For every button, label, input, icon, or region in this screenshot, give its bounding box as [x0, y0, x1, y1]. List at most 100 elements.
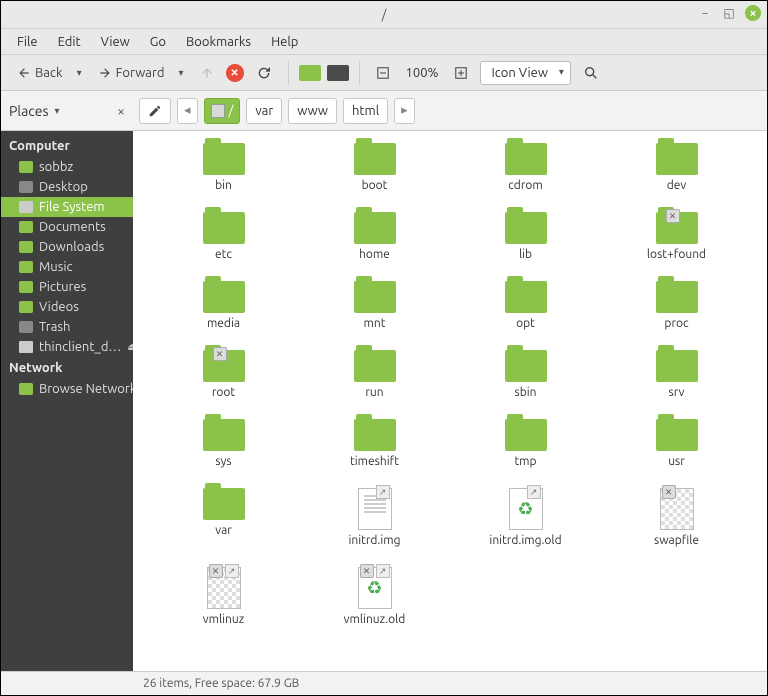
file-view[interactable]: binbootcdromdev etchome lib ✕ lost+found medi…	[133, 131, 767, 671]
stop-button[interactable]: ✕	[226, 64, 244, 82]
sidebar-item-pictures[interactable]: Pictures	[1, 277, 133, 297]
file-item[interactable]: opt	[455, 281, 596, 330]
file-label: swapfile	[654, 534, 699, 547]
forward-button[interactable]: Forward	[92, 62, 171, 84]
folder-icon	[19, 383, 33, 395]
view-mode-select[interactable]: Icon View	[480, 61, 570, 85]
menu-bookmarks[interactable]: Bookmarks	[178, 33, 259, 51]
file-label: initrd.img.old	[489, 534, 561, 547]
file-item[interactable]: etc	[153, 212, 294, 261]
menu-help[interactable]: Help	[263, 33, 306, 51]
file-item[interactable]: boot	[304, 143, 445, 192]
file-label: lost+found	[647, 248, 706, 261]
sidebar-item-downloads[interactable]: Downloads	[1, 237, 133, 257]
file-item[interactable]: timeshift	[304, 419, 445, 468]
file-item[interactable]: dev	[606, 143, 747, 192]
places-dropdown[interactable]: ▾	[55, 105, 60, 117]
path-prev[interactable]: ◂	[177, 98, 198, 124]
file-item[interactable]: var	[153, 488, 294, 547]
file-item[interactable]: home	[304, 212, 445, 261]
file-label: root	[212, 386, 235, 399]
file-item[interactable]: media	[153, 281, 294, 330]
forward-history-dropdown[interactable]: ▾	[175, 67, 188, 79]
folder-icon	[354, 281, 396, 313]
sidebar-item-documents[interactable]: Documents	[1, 217, 133, 237]
path-segment-www[interactable]: www	[288, 98, 337, 124]
up-button[interactable]	[194, 62, 220, 84]
sidebar-item-label: Desktop	[39, 180, 88, 194]
file-item[interactable]: bin	[153, 143, 294, 192]
view-computer-mode[interactable]	[327, 65, 349, 81]
sidebar-item-label: Browse Network	[39, 382, 133, 396]
file-label: lib	[519, 248, 532, 261]
file-item[interactable]: mnt	[304, 281, 445, 330]
back-history-dropdown[interactable]: ▾	[73, 67, 86, 79]
file-item[interactable]: usr	[606, 419, 747, 468]
file-label: srv	[669, 386, 685, 399]
sidebar-item-trash[interactable]: Trash	[1, 317, 133, 337]
sidebar-item-sobbz[interactable]: sobbz	[1, 157, 133, 177]
file-item[interactable]: tmp	[455, 419, 596, 468]
close-button[interactable]: ×	[745, 5, 761, 21]
sidebar-item-thinclient-d-[interactable]: thinclient_d…⏏	[1, 337, 133, 357]
path-segment-root[interactable]: /	[204, 98, 241, 124]
path-segment-html[interactable]: html	[343, 98, 388, 124]
menu-file[interactable]: File	[9, 33, 46, 51]
sidebar-item-desktop[interactable]: Desktop	[1, 177, 133, 197]
path-segment-var[interactable]: var	[246, 98, 282, 124]
path-next[interactable]: ▸	[394, 98, 415, 124]
file-item[interactable]: ♻✕↗vmlinuz.old	[304, 567, 445, 626]
file-item[interactable]: ✕swapfile	[606, 488, 747, 547]
sidebar-item-file-system[interactable]: File System	[1, 197, 133, 217]
file-item[interactable]: ✕ lost+found	[606, 212, 747, 261]
zoom-level: 100%	[402, 66, 443, 80]
places-label: Places	[9, 103, 49, 119]
restricted-badge-icon: ✕	[209, 564, 223, 578]
search-button[interactable]	[577, 61, 605, 85]
maximize-button[interactable]: ◱	[721, 5, 737, 21]
folder-icon	[505, 212, 547, 244]
menu-edit[interactable]: Edit	[50, 33, 89, 51]
sidebar-item-label: Videos	[39, 300, 79, 314]
view-folder-mode[interactable]	[299, 65, 321, 81]
folder-gray-icon	[19, 181, 33, 193]
menu-view[interactable]: View	[93, 33, 138, 51]
folder-icon	[19, 261, 33, 273]
file-item[interactable]: run	[304, 350, 445, 399]
file-item[interactable]: ✕↗vmlinuz	[153, 567, 294, 626]
file-item[interactable]: sbin	[455, 350, 596, 399]
reload-button[interactable]	[250, 61, 278, 85]
recycle-icon: ♻	[366, 578, 382, 599]
folder-icon	[19, 281, 33, 293]
disk-icon	[211, 104, 225, 118]
file-item[interactable]: srv	[606, 350, 747, 399]
file-item[interactable]: sys	[153, 419, 294, 468]
folder-icon	[354, 212, 396, 244]
sidebar-item-browse-network[interactable]: Browse Network	[1, 379, 133, 399]
folder-icon	[505, 143, 547, 175]
edit-path-button[interactable]	[139, 98, 171, 124]
sidebar-item-music[interactable]: Music	[1, 257, 133, 277]
minimize-button[interactable]: −	[697, 5, 713, 21]
sidebar-item-videos[interactable]: Videos	[1, 297, 133, 317]
restricted-badge-icon: ✕	[666, 209, 680, 223]
file-label: mnt	[364, 317, 386, 330]
sidebar-item-label: Trash	[39, 320, 70, 334]
file-item[interactable]: cdrom	[455, 143, 596, 192]
folder-icon	[203, 212, 245, 244]
zoom-out-button[interactable]	[370, 62, 396, 84]
file-label: vmlinuz	[203, 613, 245, 626]
file-item[interactable]: ✕root	[153, 350, 294, 399]
folder-icon	[19, 301, 33, 313]
reload-icon	[256, 65, 272, 81]
back-button[interactable]: Back	[11, 62, 69, 84]
file-item[interactable]: ♻↗initrd.img.old	[455, 488, 596, 547]
file-item[interactable]: lib	[455, 212, 596, 261]
file-item[interactable]: ↗initrd.img	[304, 488, 445, 547]
places-close[interactable]: ×	[117, 103, 125, 119]
zoom-in-button[interactable]	[448, 62, 474, 84]
file-item[interactable]: proc	[606, 281, 747, 330]
menu-go[interactable]: Go	[142, 33, 174, 51]
file-label: timeshift	[350, 455, 399, 468]
status-text: 26 items, Free space: 67.9 GB	[143, 677, 299, 690]
